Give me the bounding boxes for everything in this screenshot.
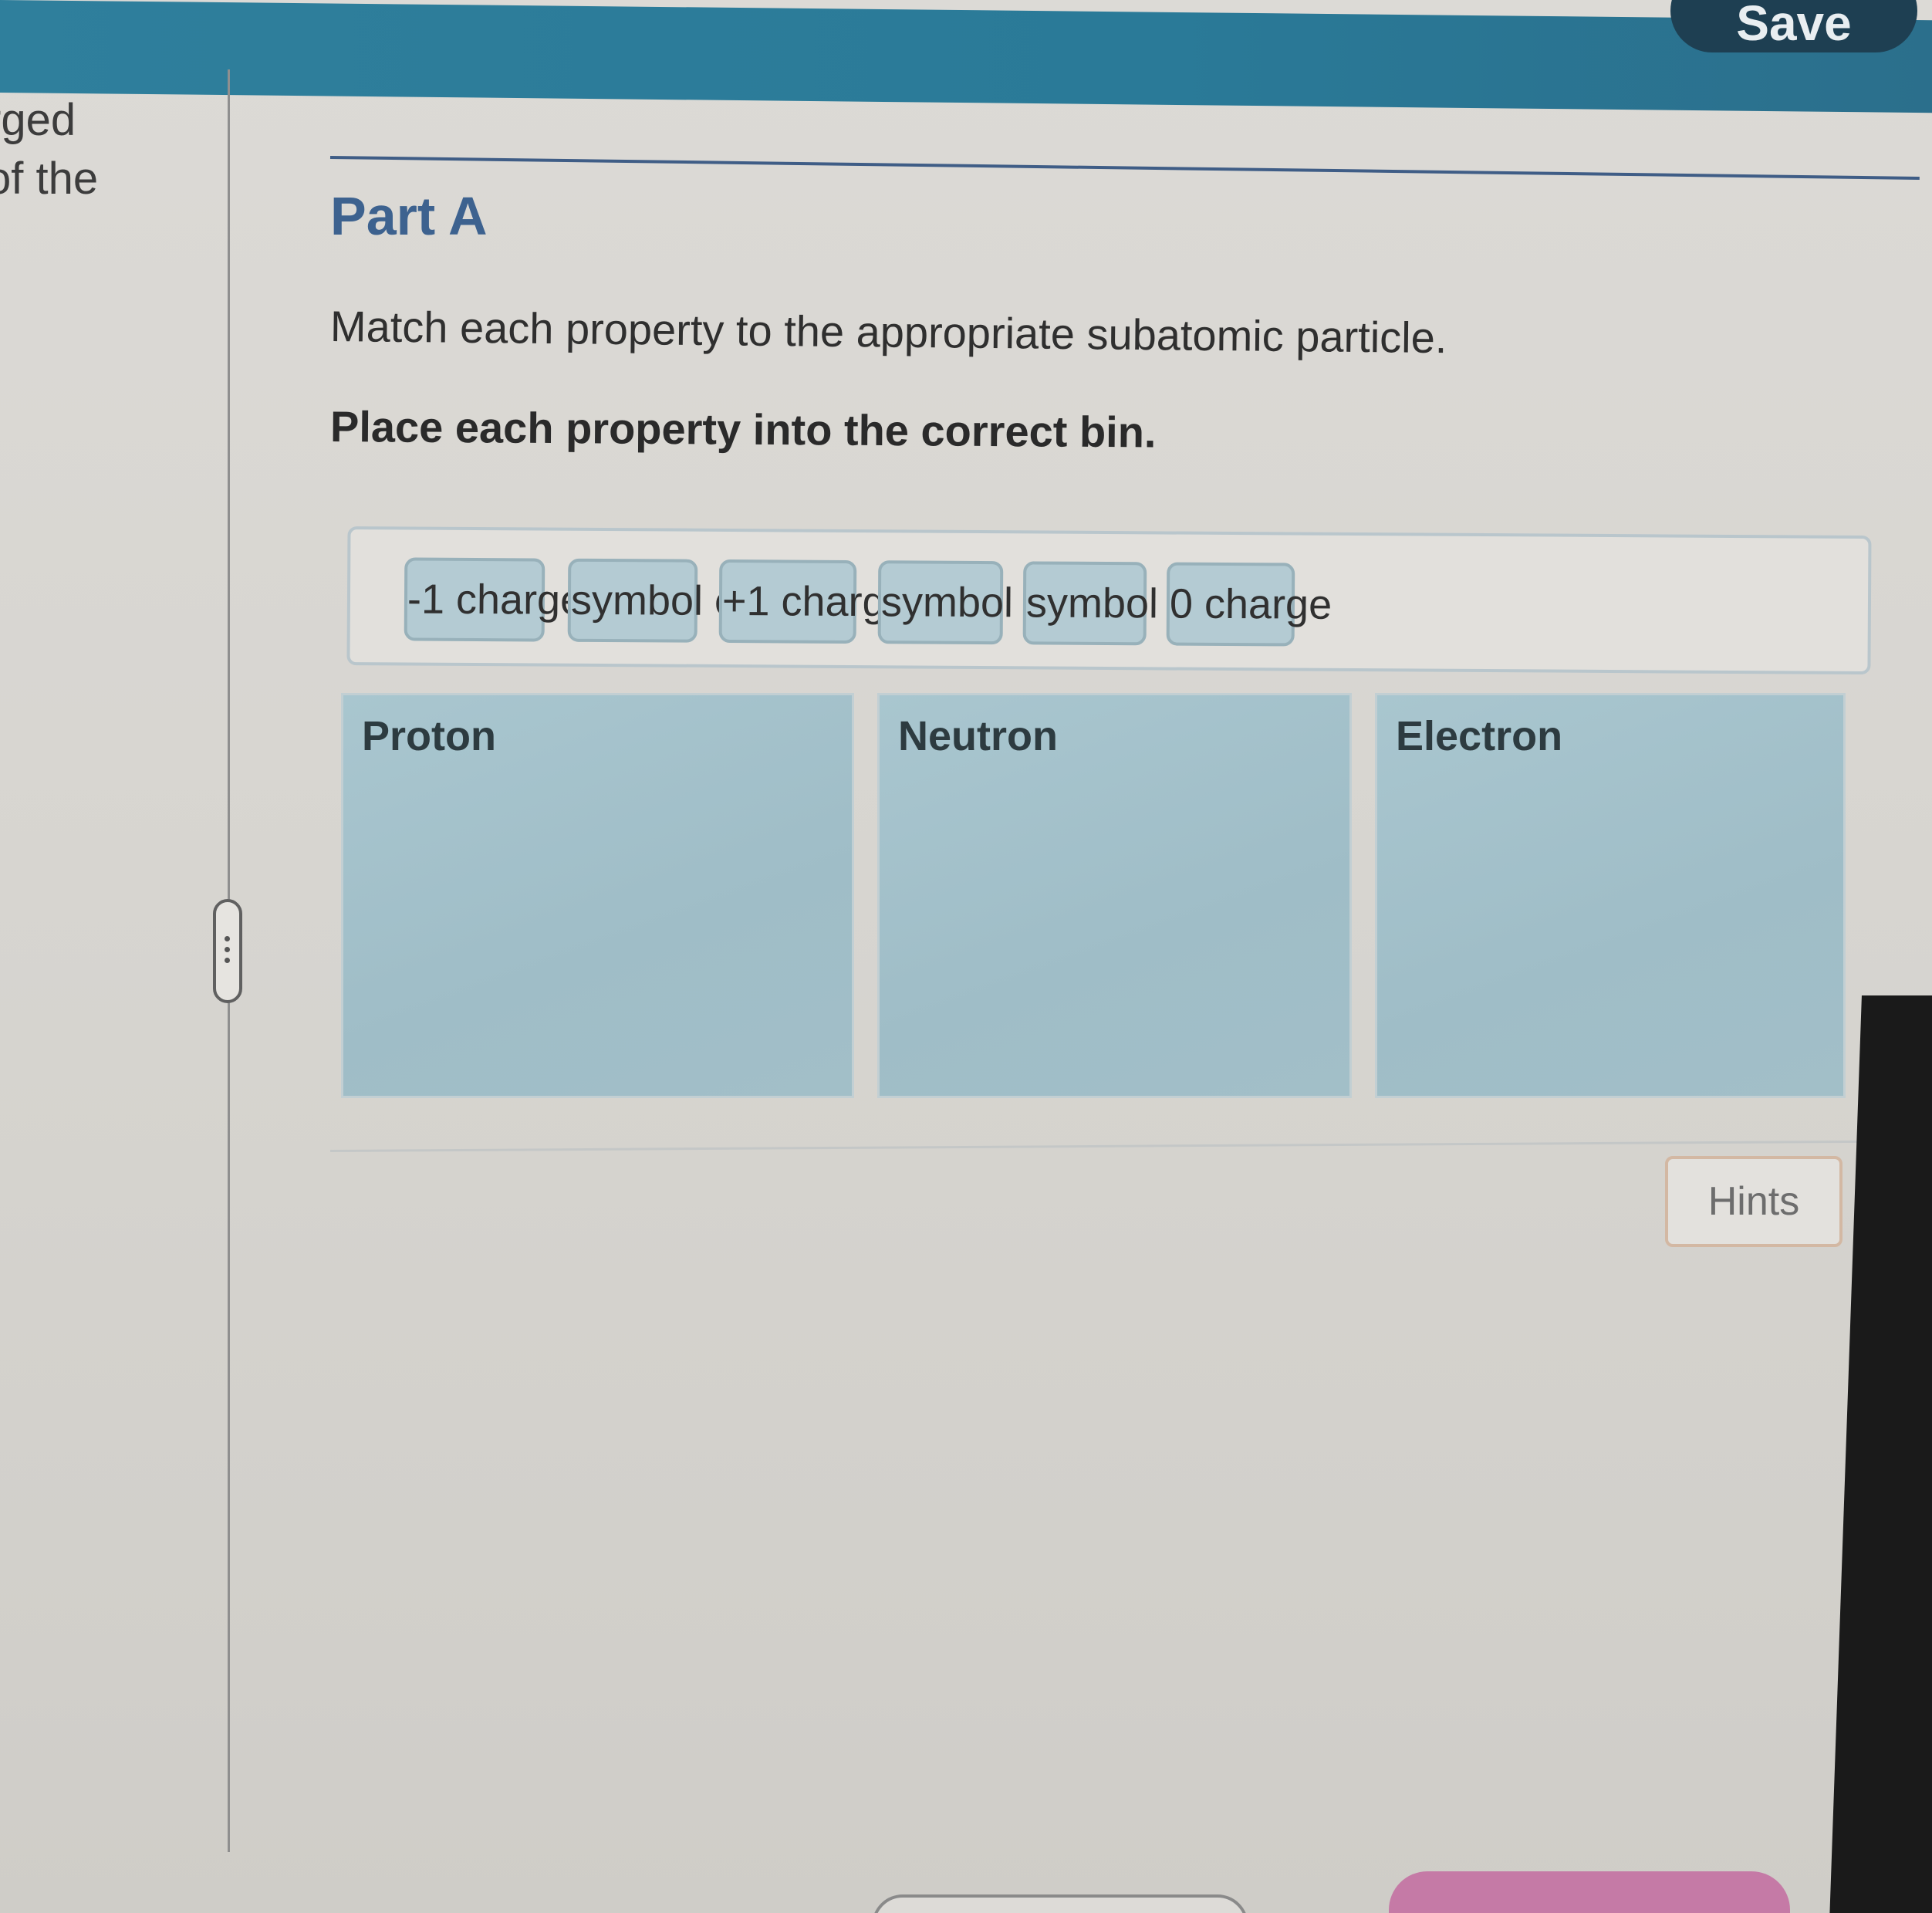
instruction-text: Match each property to the appropriate s… <box>329 302 1447 363</box>
secondary-button[interactable] <box>872 1894 1248 1913</box>
page: Save rged of the Part A Match each prope… <box>0 0 1932 1913</box>
left-panel-line-1: rged <box>0 95 76 145</box>
draggable-chip[interactable]: symbol p <box>1022 561 1193 646</box>
bin-label: Proton <box>362 713 496 759</box>
bin-electron[interactable]: Electron <box>1375 693 1846 1098</box>
bin-label: Neutron <box>898 713 1058 759</box>
bin-proton[interactable]: Proton <box>341 693 854 1098</box>
monitor-bezel <box>1829 995 1932 1913</box>
hints-button[interactable]: Hints <box>1665 1156 1842 1247</box>
submit-button[interactable] <box>1389 1871 1790 1913</box>
draggable-chip[interactable]: +1 charge <box>718 559 909 644</box>
bin-label: Electron <box>1396 713 1563 759</box>
grip-dots-icon <box>225 936 231 968</box>
answer-pool: -1 charge symbol e +1 charge symbol n sy… <box>346 526 1872 675</box>
instruction-bold-text: Place each property into the correct bin… <box>329 402 1157 457</box>
draggable-chip[interactable]: 0 charge <box>1166 562 1332 647</box>
drop-bins: Proton Neutron Electron <box>341 693 1876 1110</box>
part-title: Part A <box>330 186 488 246</box>
part-divider <box>329 156 1920 180</box>
section-divider <box>329 1140 1866 1152</box>
left-panel-line-2: of the <box>0 154 99 204</box>
panel-resize-handle[interactable] <box>213 899 242 1003</box>
bin-neutron[interactable]: Neutron <box>877 693 1352 1098</box>
draggable-chip[interactable]: -1 charge <box>404 557 583 642</box>
draggable-chip[interactable]: symbol e <box>567 558 738 643</box>
top-banner <box>0 0 1932 113</box>
left-panel-text: rged of the <box>0 91 98 208</box>
save-button[interactable]: Save <box>1670 0 1917 52</box>
draggable-chip[interactable]: symbol n <box>877 560 1048 645</box>
